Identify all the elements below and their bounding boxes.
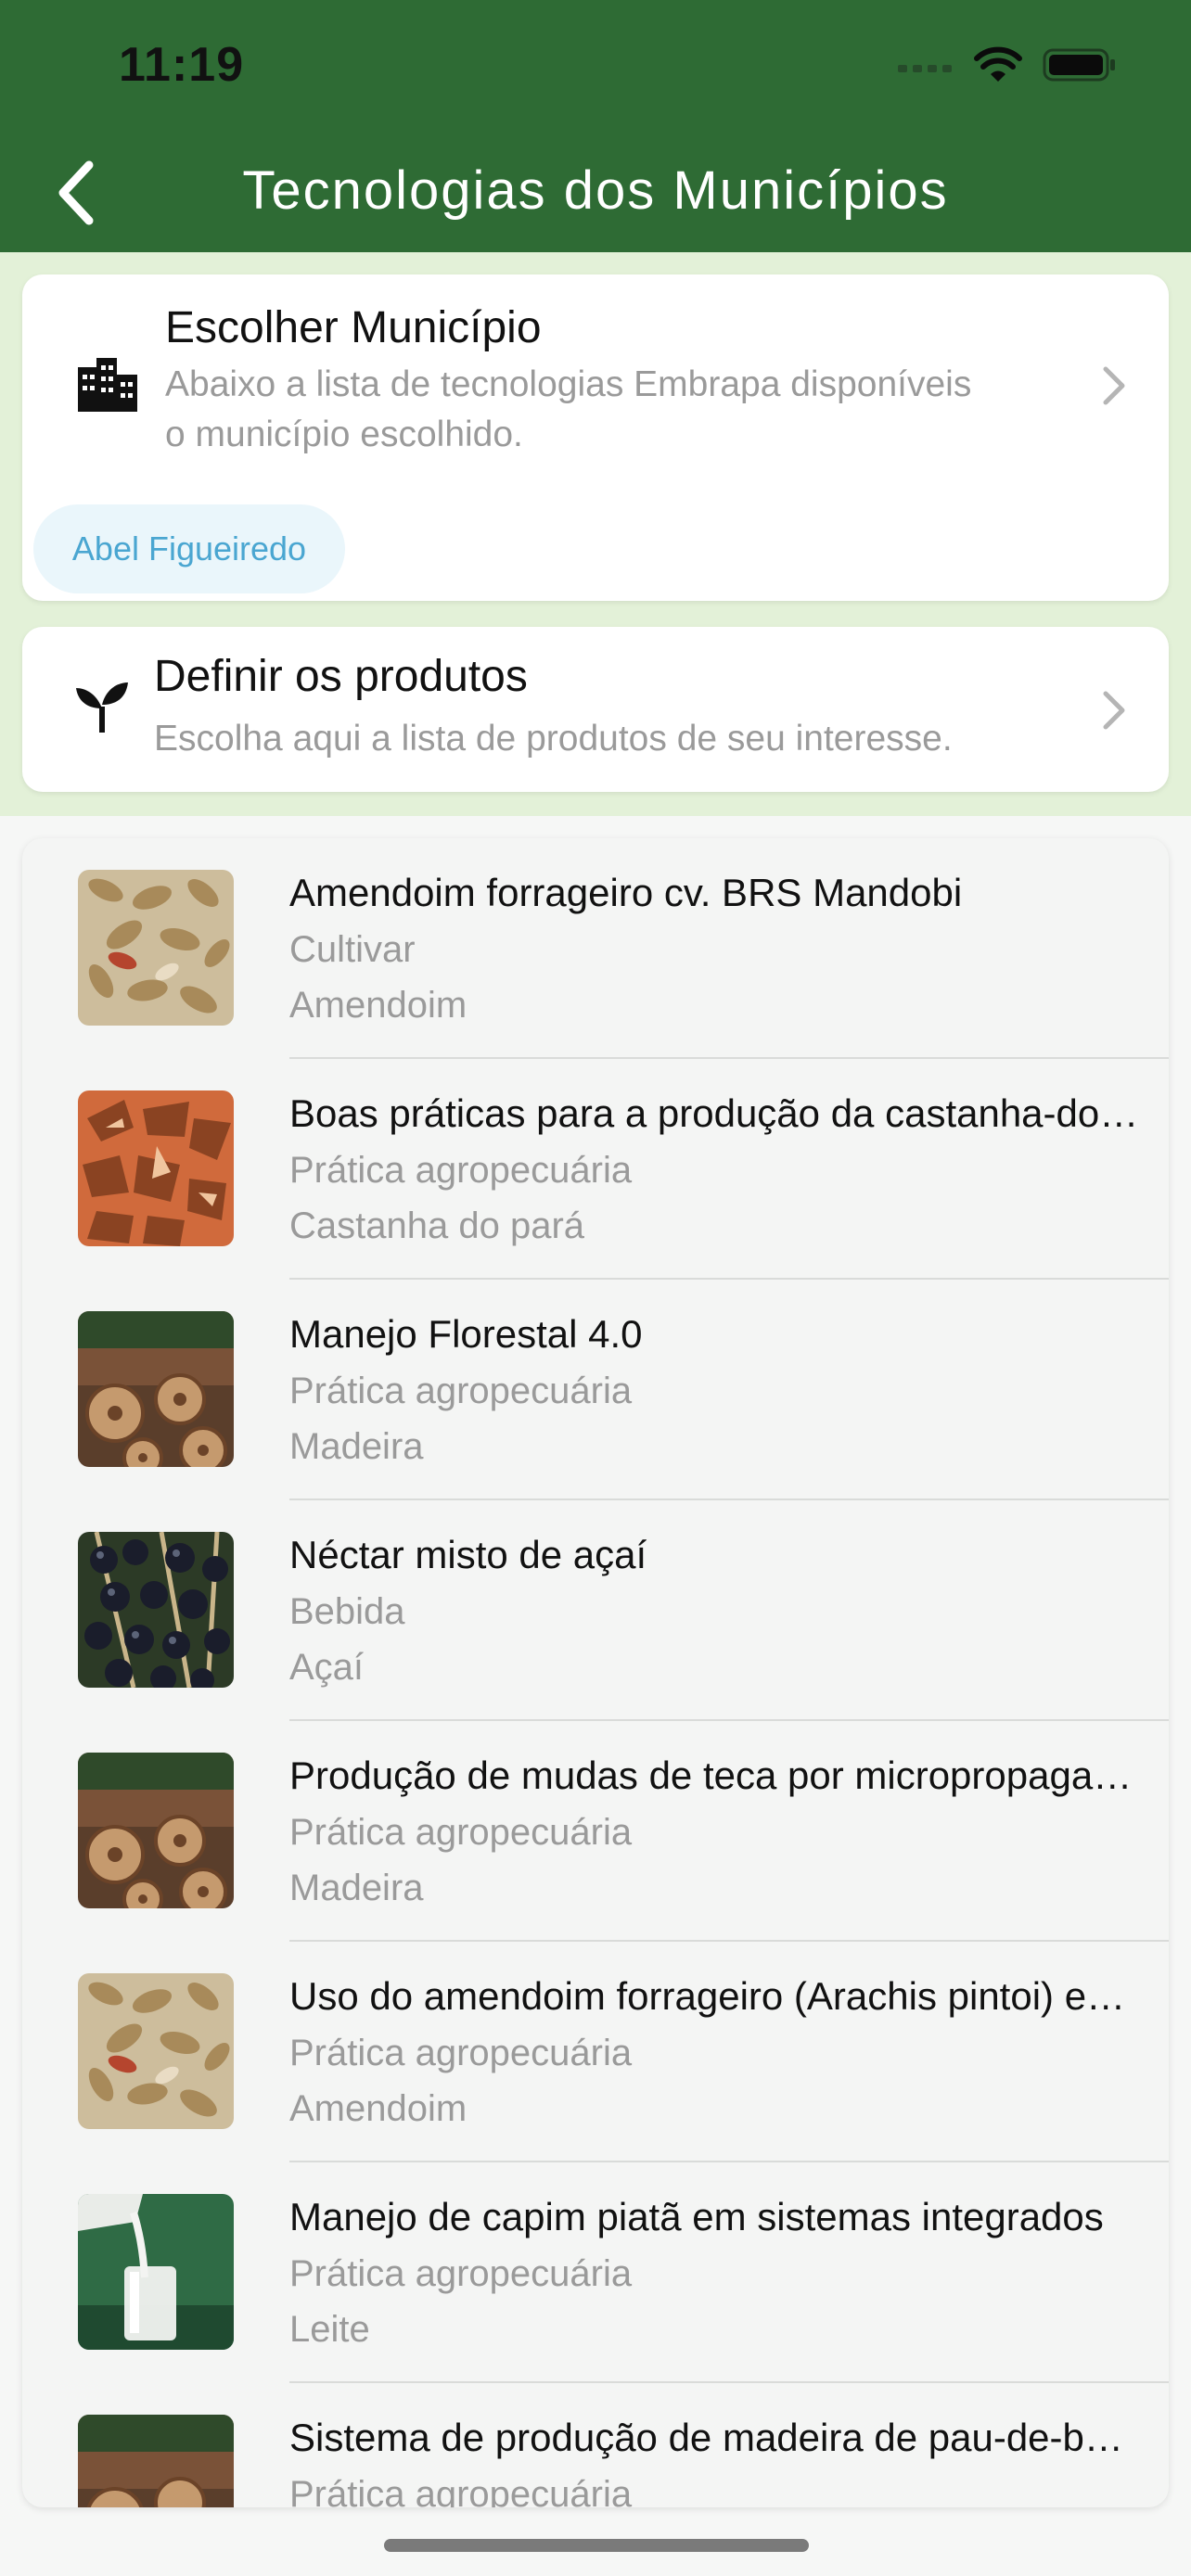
list-item[interactable]: Produção de mudas de teca por micropropa… bbox=[22, 1721, 1169, 1942]
logs-image bbox=[78, 1311, 234, 1467]
define-products-card[interactable]: Definir os produtos Escolha aqui a lista… bbox=[22, 627, 1169, 792]
item-type: Bebida bbox=[289, 1591, 405, 1632]
item-type: Prática agropecuária bbox=[289, 1371, 633, 1411]
subtitle-line-2: o município escolhido. bbox=[165, 414, 523, 454]
status-icons bbox=[898, 46, 1117, 83]
item-product: Leite bbox=[289, 2309, 370, 2350]
list-item[interactable]: Manejo de capim piatã em sistemas integr… bbox=[22, 2162, 1169, 2383]
chevron-right-icon bbox=[1103, 366, 1125, 405]
item-title: Manejo de capim piatã em sistemas integr… bbox=[289, 2195, 1104, 2238]
item-product: Madeira bbox=[289, 1868, 424, 1908]
wifi-icon bbox=[974, 46, 1022, 82]
logs-image bbox=[78, 1753, 234, 1908]
item-title: Uso do amendoim forrageiro (Arachis pint… bbox=[289, 1974, 1143, 2018]
milk-glass-image bbox=[78, 2194, 234, 2350]
item-product: Açaí bbox=[289, 1647, 365, 1688]
item-type: Prática agropecuária bbox=[289, 2474, 633, 2507]
chevron-right-icon bbox=[1103, 691, 1125, 730]
list-item[interactable]: Amendoim forrageiro cv. BRS Mandobi Cult… bbox=[22, 838, 1169, 1059]
choose-municipality-subtitle: Abaixo a lista de tecnologias Embrapa di… bbox=[165, 360, 971, 460]
item-title: Sistema de produção de madeira de pau-de… bbox=[289, 2416, 1143, 2459]
define-products-subtitle: Escolha aqui a lista de produtos de seu … bbox=[154, 719, 953, 759]
page-title: Tecnologias dos Municípios bbox=[242, 160, 949, 221]
list-item[interactable]: Uso do amendoim forrageiro (Arachis pint… bbox=[22, 1942, 1169, 2162]
sprout-icon bbox=[76, 682, 128, 733]
cellular-signal-icon bbox=[898, 65, 952, 72]
peanuts-image bbox=[78, 1973, 234, 2129]
item-type: Cultivar bbox=[289, 929, 416, 970]
status-time: 11:19 bbox=[119, 38, 245, 92]
item-type: Prática agropecuária bbox=[289, 1150, 633, 1191]
item-title: Amendoim forrageiro cv. BRS Mandobi bbox=[289, 871, 963, 914]
item-title: Produção de mudas de teca por micropropa… bbox=[289, 1753, 1143, 1797]
item-product: Amendoim bbox=[289, 2088, 467, 2129]
list-item[interactable]: Sistema de produção de madeira de pau-de… bbox=[22, 2383, 1169, 2507]
battery-icon bbox=[1043, 48, 1115, 82]
item-title: Boas práticas para a produção da castanh… bbox=[289, 1091, 1143, 1135]
choose-municipality-title: Escolher Município bbox=[165, 303, 542, 352]
selected-municipality-chip[interactable]: Abel Figueiredo bbox=[33, 504, 345, 593]
item-type: Prática agropecuária bbox=[289, 2033, 633, 2073]
technology-list[interactable]: Amendoim forrageiro cv. BRS Mandobi Cult… bbox=[22, 838, 1169, 2507]
item-type: Prática agropecuária bbox=[289, 1812, 633, 1853]
brazil-nuts-image bbox=[78, 1090, 234, 1246]
peanuts-image bbox=[78, 870, 234, 1026]
list-item[interactable]: Boas práticas para a produção da castanh… bbox=[22, 1059, 1169, 1280]
choose-municipality-card[interactable]: Escolher Município Abaixo a lista de tec… bbox=[22, 274, 1169, 601]
item-product: Castanha do pará bbox=[289, 1205, 585, 1246]
item-type: Prática agropecuária bbox=[289, 2253, 633, 2294]
item-title: Néctar misto de açaí bbox=[289, 1533, 647, 1576]
list-item[interactable]: Néctar misto de açaí Bebida Açaí bbox=[22, 1500, 1169, 1721]
home-indicator[interactable] bbox=[384, 2539, 809, 2552]
logs-image bbox=[78, 2415, 234, 2507]
item-product: Amendoim bbox=[289, 985, 467, 1026]
city-buildings-icon bbox=[78, 358, 137, 412]
list-item[interactable]: Manejo Florestal 4.0 Prática agropecuári… bbox=[22, 1280, 1169, 1500]
app-header: 11:19 Tecnologias dos Municípios bbox=[0, 0, 1191, 252]
define-products-title: Definir os produtos bbox=[154, 652, 528, 701]
item-product: Madeira bbox=[289, 1426, 424, 1467]
item-title: Manejo Florestal 4.0 bbox=[289, 1312, 643, 1356]
acai-berries-image bbox=[78, 1532, 234, 1688]
subtitle-line-1: Abaixo a lista de tecnologias Embrapa di… bbox=[165, 364, 972, 404]
